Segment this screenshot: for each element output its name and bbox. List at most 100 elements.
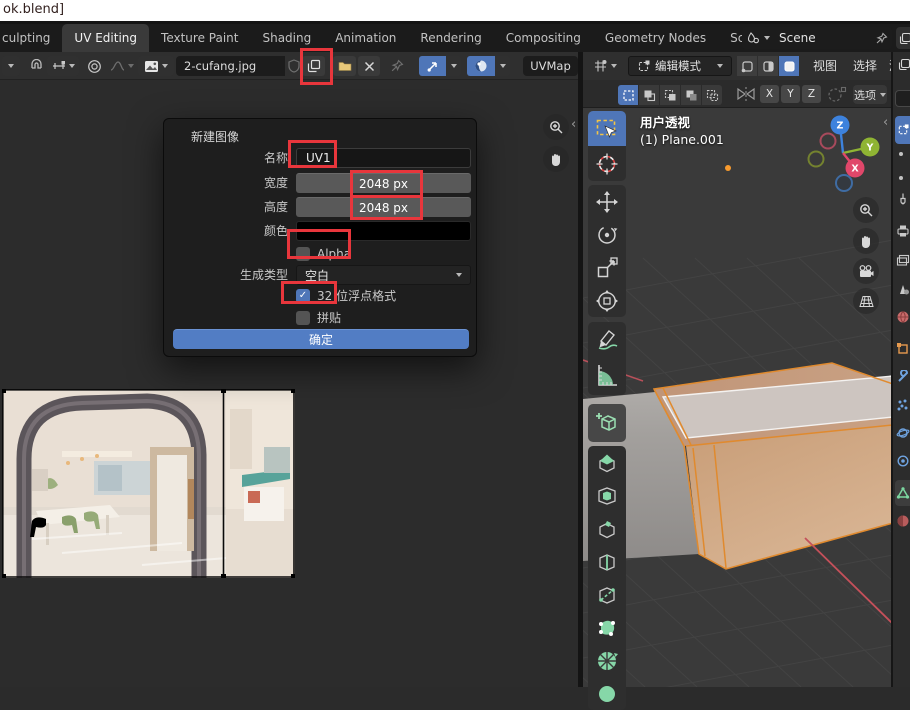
confirm-button[interactable]: 确定 [173,329,469,349]
uv-pan-hand-button[interactable] [543,146,569,172]
fake-user-shield-icon[interactable] [286,56,301,76]
mirror-butterfly-icon[interactable] [736,85,756,103]
name-input[interactable]: UV1 [296,148,471,168]
tool-measure[interactable] [588,355,626,395]
tab-uv-editing[interactable]: UV Editing [62,24,149,52]
tool-extrude-region[interactable] [588,446,626,479]
tab-texture-paint[interactable]: Texture Paint [149,24,250,52]
scene-name[interactable]: Scene [774,31,871,45]
orthographic-toggle-button[interactable] [853,288,879,314]
image-name-field[interactable]: 2-cufang.jpg [176,56,285,76]
menu-select[interactable]: 选择 [853,56,877,76]
tool-3d-cursor[interactable] [588,146,626,181]
height-slider[interactable]: 2048 px [296,197,471,217]
tab-sculpting[interactable]: culpting [0,24,62,52]
properties-tab-constraints-icon[interactable] [896,454,910,468]
uv-sidebar-collapse-arrow[interactable]: ‹ [571,119,576,131]
uv-image-preview[interactable] [2,389,295,578]
open-image-folder-button[interactable] [333,56,356,76]
mode-dropdown[interactable]: 编辑模式 [628,56,732,76]
generated-type-dropdown[interactable]: 空白 [296,265,471,285]
select-mode-extend-button[interactable] [639,85,659,105]
properties-editor-type-icon[interactable] [896,58,910,71]
edge-select-button[interactable] [758,56,778,76]
tool-select-box[interactable] [588,111,626,146]
color-swatch[interactable] [296,221,471,241]
tab-animation[interactable]: Animation [323,24,408,52]
properties-tab-tool-icon[interactable] [896,192,910,206]
tiled-checkbox[interactable] [296,311,310,325]
properties-tab-viewlayer-icon[interactable] [896,254,910,268]
mirror-z-button[interactable]: Z [802,85,821,103]
camera-view-button[interactable] [853,258,879,284]
properties-tab-modifiers-icon[interactable] [896,370,910,384]
image-browse-dropdown[interactable] [138,56,174,76]
tool-poly-build[interactable] [588,611,626,644]
tool-smooth[interactable] [588,677,626,710]
view-layer-button[interactable] [896,27,910,49]
viewport-sidebar-collapse-arrow[interactable]: ‹ [883,117,888,129]
select-mode-set-button[interactable] [618,85,638,105]
properties-tab-data-icon[interactable] [896,486,910,500]
new-image-button[interactable] [302,56,325,76]
vertex-select-button[interactable] [737,56,757,76]
properties-tab-output-icon[interactable] [896,224,910,238]
tool-scale[interactable] [588,251,626,284]
tool-move[interactable] [588,185,626,218]
tab-rendering[interactable]: Rendering [408,24,493,52]
properties-tab-scene-icon[interactable] [896,282,910,296]
uv-editor-type-button[interactable] [2,56,20,76]
uv-zoom-button[interactable] [543,114,569,140]
tool-rotate[interactable] [588,218,626,251]
viewport-pan-hand-button[interactable] [853,228,879,254]
uv-sync-select-button[interactable] [419,56,461,76]
tool-spin[interactable] [588,644,626,677]
tab-geometry-nodes[interactable]: Geometry Nodes [593,24,718,52]
tool-loop-cut[interactable] [588,545,626,578]
tool-inset-faces[interactable] [588,479,626,512]
viewport-editor-type-button[interactable] [588,56,622,76]
properties-search-field[interactable] [895,90,910,107]
select-mode-intersect-button[interactable] [702,85,722,105]
properties-tab-tool[interactable] [895,116,910,144]
display-channels-dropdown[interactable] [467,56,510,76]
properties-tab-particles-icon[interactable] [896,398,910,412]
tool-add-cube[interactable] [588,404,626,442]
viewport-canvas[interactable]: Z Y X [583,108,893,687]
tab-shading[interactable]: Shading [250,24,323,52]
select-mode-subtract-button[interactable] [660,85,680,105]
tool-transform[interactable] [588,284,626,317]
properties-tab-world-icon[interactable] [896,310,910,324]
width-slider[interactable]: 2048 px [296,173,471,193]
snap-target-dropdown[interactable] [47,56,79,76]
viewport-zoom-button[interactable] [853,197,879,223]
float-checkbox[interactable] [296,289,310,303]
menu-view[interactable]: 视图 [813,56,837,76]
properties-tab-material-icon[interactable] [896,514,910,528]
unlink-image-button[interactable] [358,56,380,76]
uvmap-field[interactable]: UVMap [523,56,578,76]
gizmo-neg-y[interactable] [809,152,824,167]
scene-selector[interactable]: Scene [742,27,892,49]
face-select-button[interactable] [779,56,799,76]
gizmo-neg-z[interactable] [836,175,852,191]
tool-knife[interactable] [588,578,626,611]
options-dropdown[interactable]: 选项 [853,85,887,104]
falloff-curve-dropdown[interactable] [106,56,138,76]
select-mode-invert-button[interactable] [681,85,701,105]
properties-tab-object-icon[interactable] [896,342,910,356]
proportional-edit-icon[interactable] [84,56,104,76]
mirror-x-button[interactable]: X [760,85,779,103]
alpha-checkbox[interactable] [296,247,310,261]
proportional-edit-toggle[interactable] [827,86,847,103]
mirror-y-button[interactable]: Y [781,85,800,103]
region-divider[interactable] [578,52,583,687]
gizmo-neg-x[interactable] [821,134,836,149]
tab-compositing[interactable]: Compositing [494,24,593,52]
tool-bevel[interactable] [588,512,626,545]
pin-icon[interactable] [875,32,888,45]
snap-magnet-icon[interactable] [26,56,46,76]
tool-annotate[interactable] [588,322,626,355]
pin-icon[interactable] [388,56,406,76]
properties-tab-physics-icon[interactable] [896,426,910,440]
